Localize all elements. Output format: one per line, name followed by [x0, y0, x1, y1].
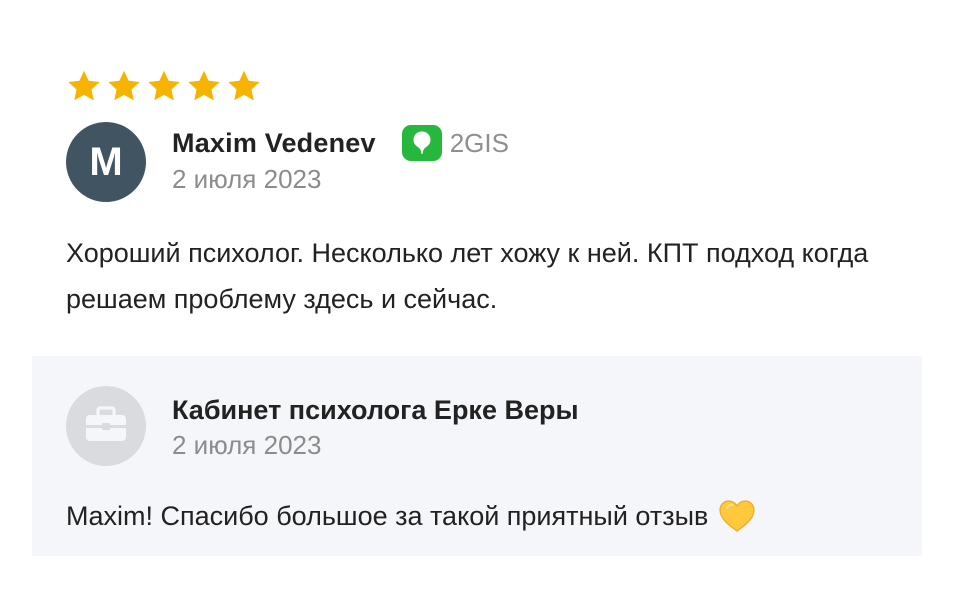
review-card: M Maxim Vedenev 2GIS 2 июля 2023 Хороший…	[66, 66, 926, 314]
review-author: M Maxim Vedenev 2GIS 2 июля 2023	[66, 122, 509, 202]
2gis-logo-icon	[401, 125, 442, 161]
review-date: 2 июля 2023	[172, 164, 322, 194]
reply-text: Maxim! Спасибо большое за такой приятный…	[66, 501, 709, 531]
org-name[interactable]: Кабинет психолога Ерке Веры	[172, 392, 579, 428]
author-line: Maxim Vedenev 2GIS	[172, 125, 509, 161]
org-avatar	[66, 386, 146, 466]
briefcase-icon	[83, 404, 129, 449]
reply-header: Кабинет психолога Ерке Веры 2 июля 2023	[66, 386, 579, 466]
owner-reply: Кабинет психолога Ерке Веры 2 июля 2023 …	[32, 356, 922, 556]
reply-date: 2 июля 2023	[172, 430, 322, 460]
author-meta: Maxim Vedenev 2GIS 2 июля 2023	[172, 125, 509, 195]
source-label: 2GIS	[449, 127, 509, 158]
star-icon	[66, 68, 102, 104]
review-text: Хороший психолог. Несколько лет хожу к н…	[66, 238, 869, 314]
avatar-initial: M	[89, 139, 123, 184]
star-icon	[106, 68, 142, 104]
review-source: 2GIS	[401, 125, 509, 161]
star-icon	[186, 68, 222, 104]
author-name[interactable]: Maxim Vedenev	[172, 128, 376, 159]
yellow-heart-icon	[718, 499, 756, 533]
star-icon	[146, 68, 182, 104]
star-icon	[226, 68, 262, 104]
star-rating	[66, 66, 926, 106]
avatar[interactable]: M	[66, 122, 146, 202]
reply-text-row: Maxim! Спасибо большое за такой приятный…	[66, 498, 756, 534]
reply-meta: Кабинет психолога Ерке Веры 2 июля 2023	[172, 392, 579, 461]
